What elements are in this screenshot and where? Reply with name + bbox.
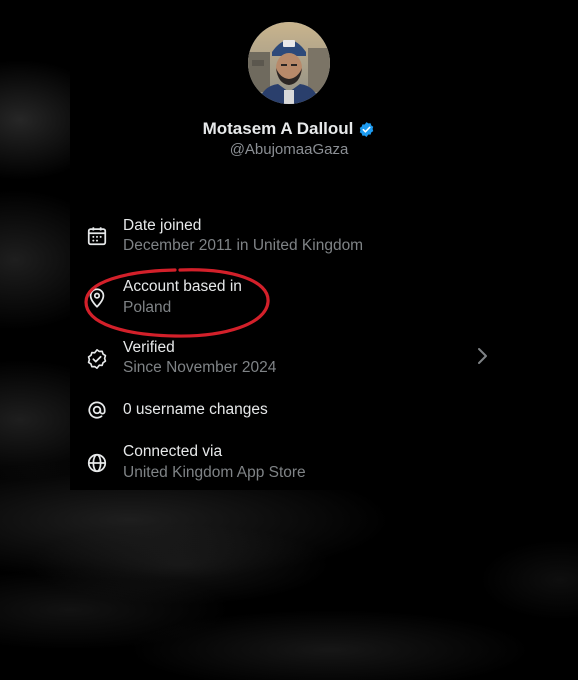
at-sign-icon	[88, 401, 106, 419]
verified-title: Verified	[123, 339, 175, 356]
display-name: Motasem A Dalloul	[202, 119, 354, 138]
verified-value: Since November 2024	[123, 359, 277, 376]
globe-icon	[87, 453, 107, 473]
connected-via-title: Connected via	[123, 443, 223, 460]
verified-badge-icon[interactable]	[358, 121, 375, 138]
username-changes-label: 0 username changes	[123, 401, 268, 418]
calendar-icon	[87, 227, 107, 246]
username-handle: @AbujomaaGaza	[229, 141, 349, 158]
verified-check-icon	[87, 349, 107, 369]
date-joined-value: December 2011 in United Kingdom	[123, 237, 364, 254]
avatar[interactable]	[248, 22, 330, 104]
date-joined-title: Date joined	[123, 217, 202, 234]
avatar-photo	[248, 22, 330, 104]
connected-via-value: United Kingdom App Store	[123, 464, 306, 481]
red-circle-annotation	[84, 268, 270, 338]
chevron-right-icon[interactable]	[474, 347, 490, 365]
profile-name-row: Motasem A Dalloul	[0, 118, 578, 140]
